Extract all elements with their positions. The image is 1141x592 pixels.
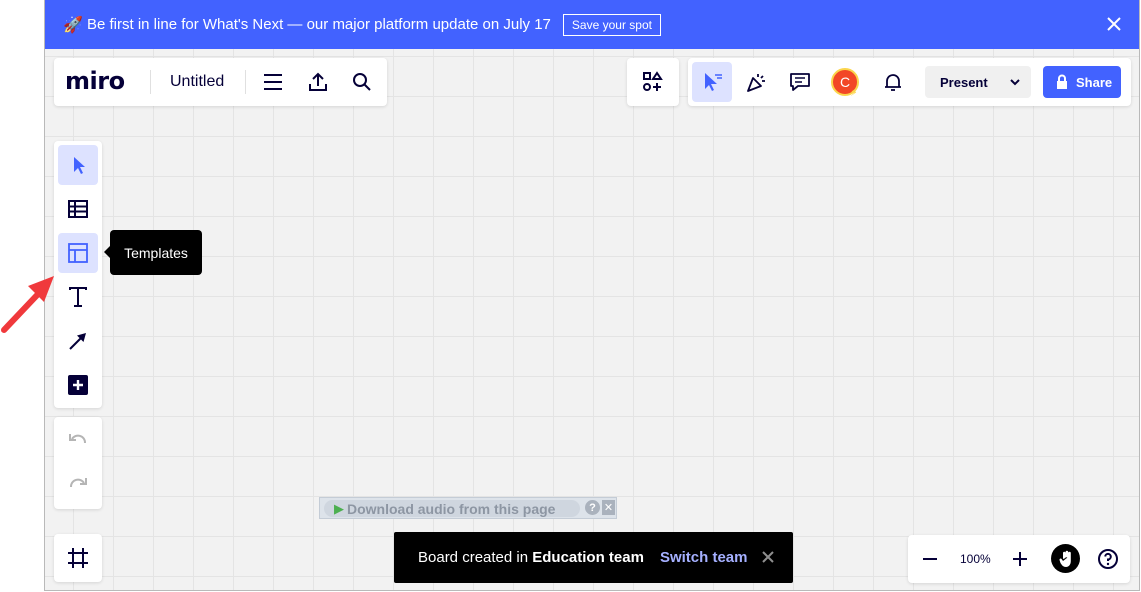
lock-icon: [1055, 74, 1071, 90]
cursor-select-icon[interactable]: [692, 62, 732, 102]
text-tool-icon[interactable]: [58, 277, 98, 317]
present-button-group: Present: [925, 66, 1031, 98]
close-icon[interactable]: ✕: [602, 500, 615, 515]
zoom-in-icon[interactable]: [1008, 547, 1032, 571]
undo-icon[interactable]: [58, 421, 98, 461]
board-title[interactable]: Untitled: [170, 73, 224, 91]
zoom-panel: 100%: [908, 535, 1130, 583]
frames-panel: [54, 534, 102, 582]
celebrate-icon[interactable]: [743, 68, 771, 96]
toast-team: Education team: [532, 549, 644, 566]
undo-redo-panel: [54, 417, 102, 509]
arrow-tool-icon[interactable]: [58, 321, 98, 361]
share-button[interactable]: Share: [1043, 66, 1121, 98]
search-icon[interactable]: [350, 70, 374, 94]
share-label: Share: [1076, 74, 1113, 90]
divider: [245, 70, 246, 94]
table-icon[interactable]: [58, 189, 98, 229]
apps-icon[interactable]: [641, 70, 665, 94]
toast-prefix: Board created in: [418, 549, 533, 566]
templates-tooltip: Templates: [104, 230, 202, 275]
help-icon[interactable]: [1096, 547, 1120, 571]
annotation-arrow: [1, 276, 54, 333]
audio-download-bar: ▶ Download audio from this page ? ✕: [319, 497, 617, 519]
hand-tool-icon[interactable]: [1051, 544, 1080, 573]
zoom-level[interactable]: 100%: [960, 552, 991, 566]
avatar-initial: C: [839, 74, 851, 90]
zoom-out-icon[interactable]: [918, 547, 942, 571]
rocket-icon: 🚀: [63, 16, 83, 34]
frames-icon[interactable]: [58, 538, 98, 578]
templates-icon[interactable]: [58, 233, 98, 273]
switch-team-link[interactable]: Switch team: [660, 549, 748, 566]
apps-panel: [627, 58, 679, 106]
board-created-toast: Board created in Education team Switch t…: [394, 532, 793, 583]
close-icon[interactable]: [761, 550, 775, 564]
chevron-down-icon[interactable]: [1005, 72, 1025, 92]
help-icon[interactable]: ?: [585, 500, 600, 515]
divider: [150, 70, 151, 94]
comments-icon[interactable]: [786, 68, 814, 96]
close-icon[interactable]: [1104, 14, 1124, 34]
announcement-banner: 🚀 Be first in line for What's Next — our…: [45, 0, 1139, 49]
audio-download-button[interactable]: ▶ Download audio from this page: [324, 500, 580, 517]
audio-download-label: Download audio from this page: [347, 500, 556, 517]
collaboration-panel: C ⚡ Present Share: [688, 58, 1131, 106]
present-button[interactable]: Present: [940, 75, 988, 90]
redo-icon[interactable]: [58, 465, 98, 505]
banner-text: Be first in line for What's Next — our m…: [87, 16, 551, 33]
upload-icon[interactable]: [306, 70, 330, 94]
menu-icon[interactable]: [261, 70, 285, 94]
play-icon: ▶: [334, 500, 344, 516]
miro-board-window: 🚀 Be first in line for What's Next — our…: [44, 0, 1140, 591]
miro-logo: miro: [65, 67, 125, 95]
add-more-icon[interactable]: [58, 365, 98, 405]
tooltip-text: Templates: [124, 244, 188, 261]
board-header-panel: miro Untitled: [54, 58, 387, 106]
select-tool-icon[interactable]: [58, 145, 98, 185]
bell-icon[interactable]: [879, 68, 907, 96]
lightning-icon: ⚡: [850, 87, 858, 99]
save-your-spot-button[interactable]: Save your spot: [562, 13, 661, 36]
